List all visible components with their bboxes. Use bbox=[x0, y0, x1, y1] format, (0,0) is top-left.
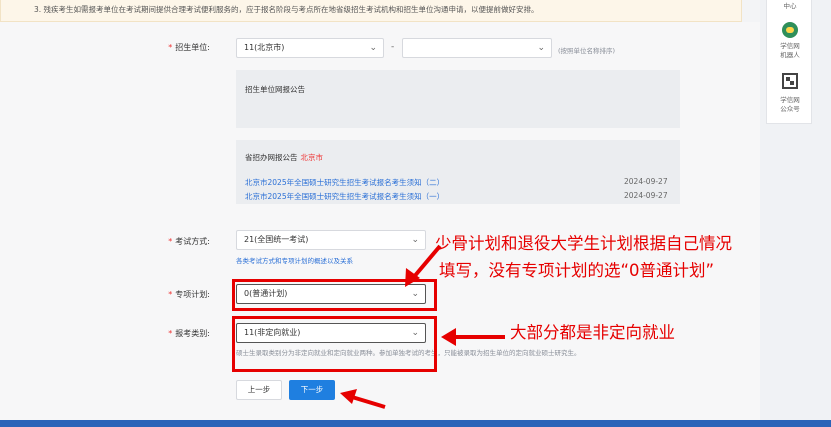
arrow-icon bbox=[340, 389, 386, 409]
rail-center-text[interactable]: 中心 bbox=[767, 2, 813, 11]
qr-label[interactable]: 学信网 公众号 bbox=[767, 96, 813, 114]
arrow-icon bbox=[405, 244, 442, 287]
main-area: 3. 残疾考生如需报考单位在考试期间提供合理考试便利服务的，应于报名阶段与考点所… bbox=[0, 0, 760, 427]
bottom-bar bbox=[0, 420, 831, 427]
robot-label[interactable]: 学信网 机器人 bbox=[767, 42, 813, 60]
robot-icon[interactable] bbox=[782, 22, 798, 38]
right-rail: 中心 学信网 机器人 学信网 公众号 bbox=[760, 0, 831, 427]
rail-card: 中心 学信网 机器人 学信网 公众号 bbox=[766, 0, 812, 124]
annotation-arrows bbox=[340, 244, 505, 409]
qr-code-icon[interactable] bbox=[782, 73, 798, 89]
arrow-icon bbox=[441, 328, 505, 346]
